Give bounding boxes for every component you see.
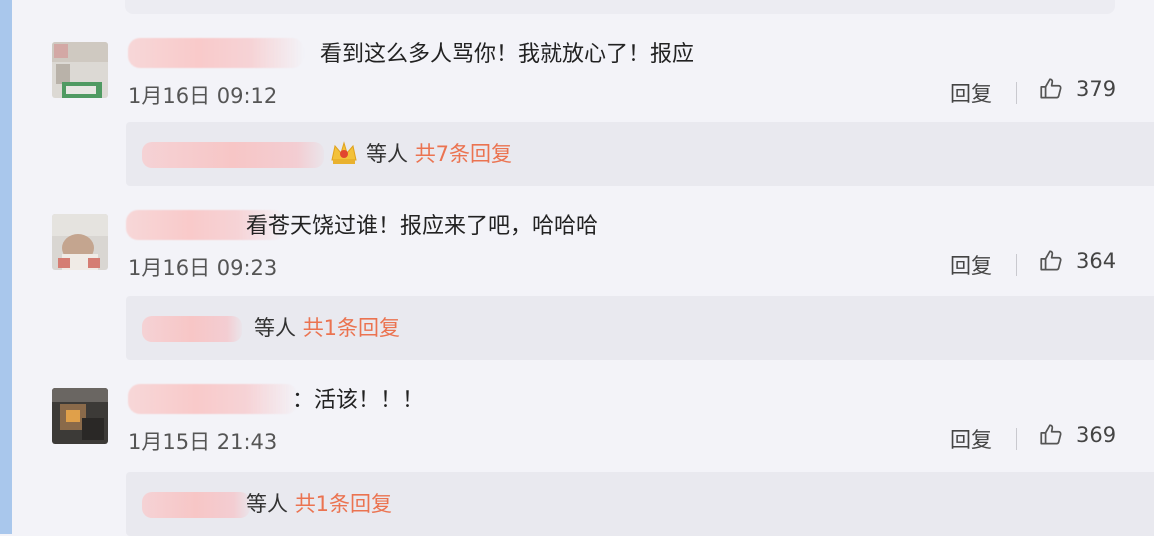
view-replies-link[interactable]: 共1条回复 — [303, 316, 400, 340]
reply-summary: 等人 共1条回复 — [126, 296, 1154, 360]
comment-date: 1月16日 09:12 — [128, 84, 278, 108]
like-button[interactable]: 379 — [1038, 76, 1116, 102]
like-button[interactable]: 369 — [1038, 422, 1116, 448]
avatar[interactable] — [52, 214, 108, 270]
crown-icon — [330, 140, 358, 170]
divider — [1016, 254, 1017, 276]
comment-date: 1月15日 21:43 — [128, 430, 278, 454]
reply-summary: 等人 共1条回复 — [126, 472, 1154, 536]
avatar[interactable] — [52, 42, 108, 98]
like-count: 369 — [1076, 423, 1117, 447]
username-redacted[interactable] — [128, 38, 304, 68]
avatar[interactable] — [52, 388, 108, 444]
username-redacted[interactable] — [128, 384, 298, 414]
reply-summary: 等人 共7条回复 — [126, 122, 1154, 186]
view-replies-link[interactable]: 共7条回复 — [415, 142, 512, 166]
like-count: 364 — [1076, 249, 1117, 273]
comment-text: 看到这么多人骂你！我就放心了！报应 — [320, 42, 695, 67]
divider — [1016, 82, 1017, 104]
reply-summary-label: 等人 共1条回复 — [254, 312, 400, 342]
thumbs-up-icon — [1038, 248, 1064, 274]
reply-button[interactable]: 回复 — [950, 424, 992, 454]
previous-reply-box — [125, 0, 1115, 14]
reply-by-text: 等人 — [366, 142, 408, 166]
reply-button[interactable]: 回复 — [950, 78, 992, 108]
comment-text: 看苍天饶过谁！报应来了吧，哈哈哈 — [246, 214, 599, 239]
comment-date: 1月16日 09:23 — [128, 256, 278, 280]
reply-summary-label: 等人 共7条回复 — [366, 138, 512, 168]
reply-usernames-redacted[interactable] — [142, 142, 324, 168]
reply-usernames-redacted[interactable] — [142, 492, 250, 518]
comment-text: ：活该！！！ — [292, 388, 425, 413]
divider — [1016, 428, 1017, 450]
reply-by-text: 等人 — [254, 316, 296, 340]
reply-usernames-redacted[interactable] — [142, 316, 242, 342]
left-rail — [0, 0, 12, 534]
like-button[interactable]: 364 — [1038, 248, 1116, 274]
like-count: 379 — [1076, 77, 1117, 101]
reply-by-text: 等人 — [246, 492, 288, 516]
thumbs-up-icon — [1038, 76, 1064, 102]
thumbs-up-icon — [1038, 422, 1064, 448]
reply-summary-label: 等人 共1条回复 — [246, 488, 392, 518]
reply-button[interactable]: 回复 — [950, 250, 992, 280]
view-replies-link[interactable]: 共1条回复 — [295, 492, 392, 516]
